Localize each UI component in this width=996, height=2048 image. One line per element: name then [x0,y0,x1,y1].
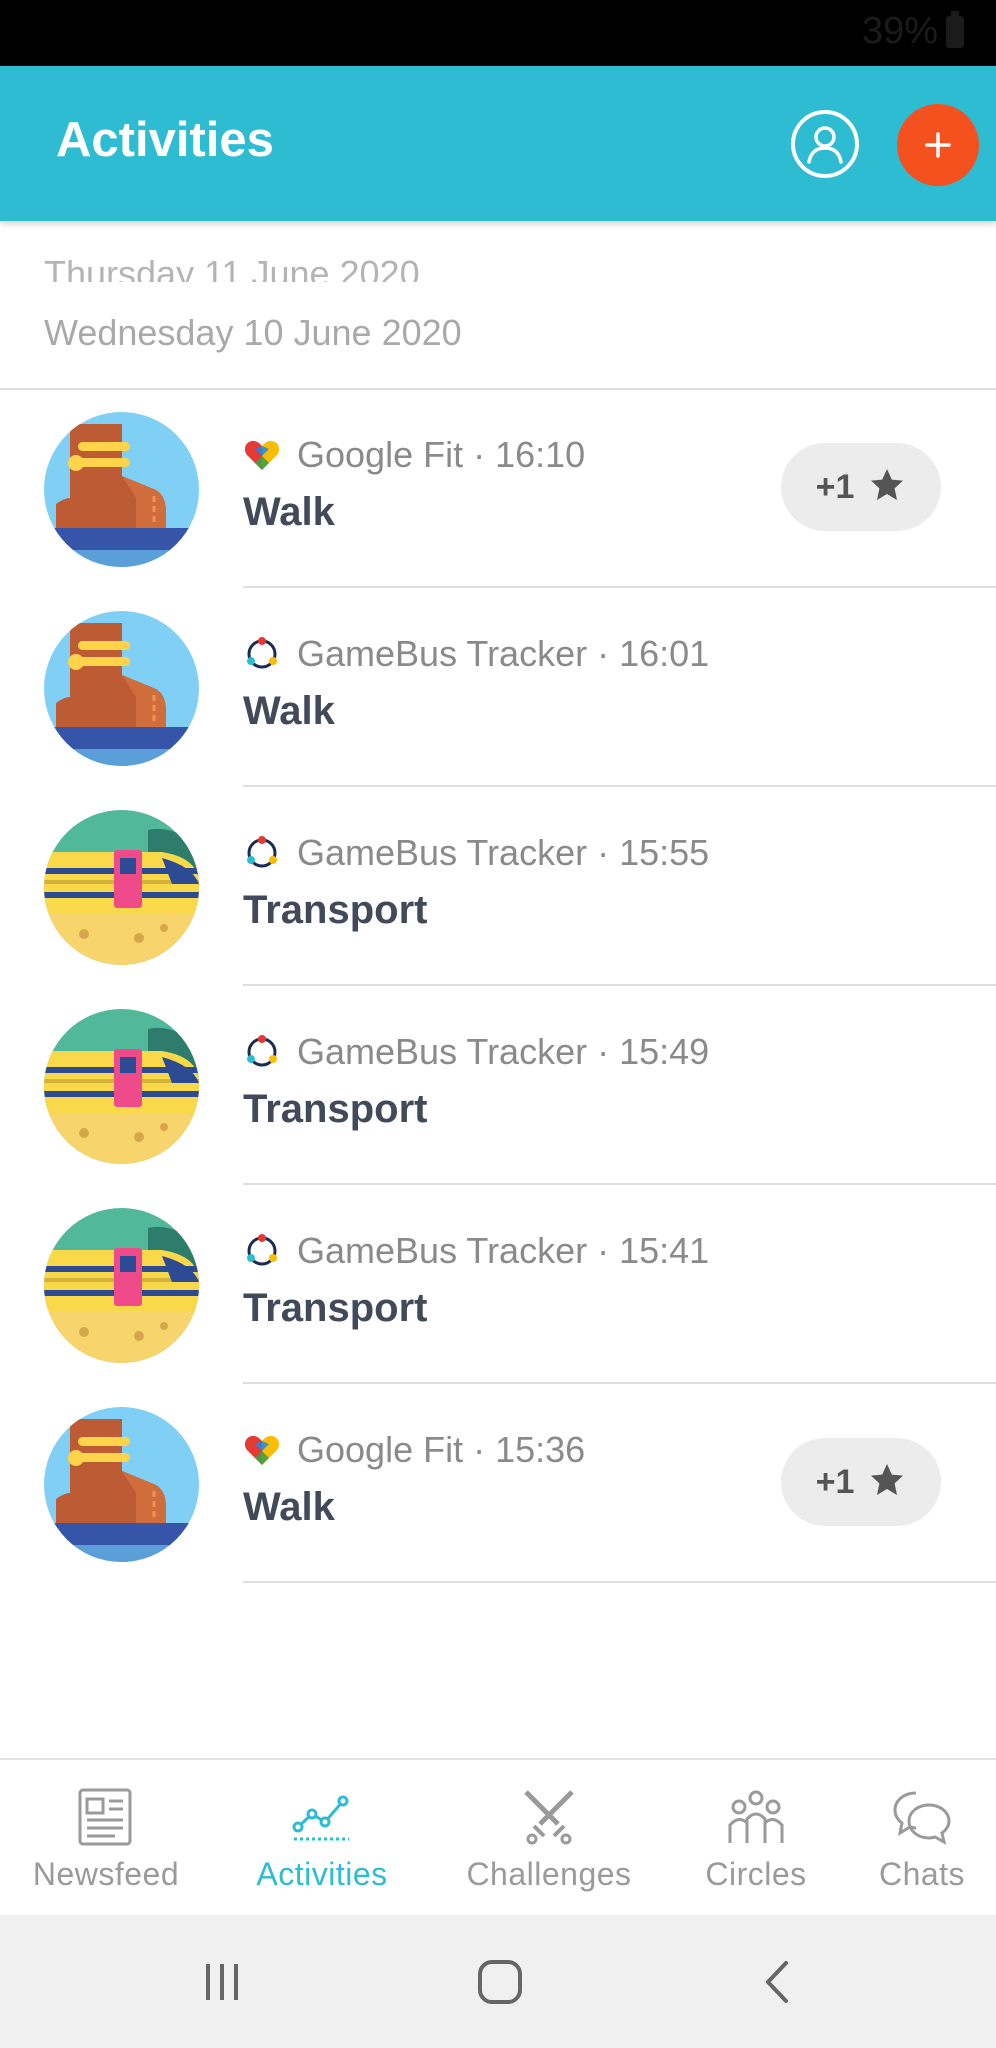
points-value: +1 [815,467,855,506]
activity-source: GameBus Tracker · 15:41 [243,1230,709,1272]
google-fit-heart-icon [243,436,281,474]
activity-source: GameBus Tracker · 15:55 [243,832,709,874]
activity-row[interactable]: GameBus Tracker · 15:55 Transport [0,787,996,986]
plus-icon [925,132,951,158]
user-icon [807,126,843,164]
walk-activity-icon [44,611,199,766]
activity-title: Walk [243,490,335,534]
activity-source: Google Fit · 15:36 [243,1429,585,1471]
back-button[interactable] [748,1955,808,2009]
activity-title: Transport [243,888,428,932]
recent-apps-icon [206,1964,238,2000]
activity-source: Google Fit · 16:10 [243,434,585,476]
home-button[interactable] [470,1955,530,2009]
people-group-icon [725,1786,787,1848]
activity-source-text: GameBus Tracker · 15:49 [297,1031,710,1072]
star-icon [868,1461,906,1504]
activity-row[interactable]: GameBus Tracker · 15:49 Transport [0,986,996,1185]
activity-row[interactable]: Google Fit · 16:10 Walk +1 [0,389,996,588]
gamebus-icon [243,1232,281,1270]
home-icon [478,1960,522,2004]
nav-item-activities[interactable]: Activities [236,1760,408,1917]
nav-label-activities: Activities [256,1856,388,1892]
crossed-swords-icon [518,1786,580,1848]
add-activity-button[interactable] [897,104,979,186]
activity-source-text: GameBus Tracker · 16:01 [297,633,710,674]
star-icon [868,466,906,509]
profile-button[interactable] [791,110,859,178]
activity-title: Transport [243,1087,428,1131]
status-bar: 39% [0,0,996,66]
gamebus-icon [243,1033,281,1071]
system-navigation-bar [0,1915,996,2048]
back-icon [766,1961,788,2003]
activity-title: Walk [243,1485,335,1529]
transport-activity-icon [44,1009,199,1164]
points-badge[interactable]: +1 [781,1438,941,1526]
activity-source-text: Google Fit · 16:10 [297,434,586,475]
battery-icon [946,10,964,48]
activity-row[interactable]: Google Fit · 15:36 Walk +1 [0,1384,996,1583]
battery-indicator: 39% [862,10,964,53]
activity-title: Walk [243,689,335,733]
walk-activity-icon [44,1407,199,1562]
activity-source-text: GameBus Tracker · 15:41 [297,1230,710,1271]
nav-label-newsfeed: Newsfeed [32,1856,180,1892]
battery-percentage: 39% [861,10,938,52]
date-header-current: Wednesday 10 June 2020 [44,312,462,353]
date-header-previous-label: Thursday 11 June 2020 [44,256,420,282]
nav-label-chats: Chats [878,1856,966,1892]
gamebus-icon [243,635,281,673]
walk-activity-icon [44,412,199,567]
activity-chart-icon [291,1786,353,1848]
points-badge[interactable]: +1 [781,443,941,531]
nav-item-newsfeed[interactable]: Newsfeed [20,1760,192,1917]
app-root: 39% Activities Thursday 11 June 2020 Wed… [0,0,996,2048]
points-value: +1 [815,1462,855,1501]
nav-label-challenges: Challenges [466,1856,632,1892]
nav-label-circles: Circles [705,1856,807,1892]
page-title: Activities [56,113,274,167]
gamebus-icon [243,834,281,872]
chat-bubbles-icon [891,1786,953,1848]
newspaper-icon [75,1786,137,1848]
activity-title: Transport [243,1286,428,1330]
activity-row[interactable]: GameBus Tracker · 15:41 Transport [0,1185,996,1384]
app-header: Activities [0,66,996,221]
activity-source-text: Google Fit · 15:36 [297,1429,586,1470]
recent-apps-button[interactable] [192,1955,252,2009]
activity-source-text: GameBus Tracker · 15:55 [297,832,710,873]
activity-source: GameBus Tracker · 15:49 [243,1031,709,1073]
nav-item-chats[interactable]: Chats [866,1760,978,1917]
nav-item-challenges[interactable]: Challenges [452,1760,646,1917]
date-header-previous: Thursday 11 June 2020 [44,256,644,282]
divider [243,1581,996,1583]
bottom-navigation: Newsfeed Activities Challenges Circles C… [0,1758,996,1915]
activity-row[interactable]: GameBus Tracker · 16:01 Walk [0,588,996,787]
transport-activity-icon [44,1208,199,1363]
nav-item-circles[interactable]: Circles [690,1760,822,1917]
transport-activity-icon [44,810,199,965]
google-fit-heart-icon [243,1431,281,1469]
activity-source: GameBus Tracker · 16:01 [243,633,709,675]
